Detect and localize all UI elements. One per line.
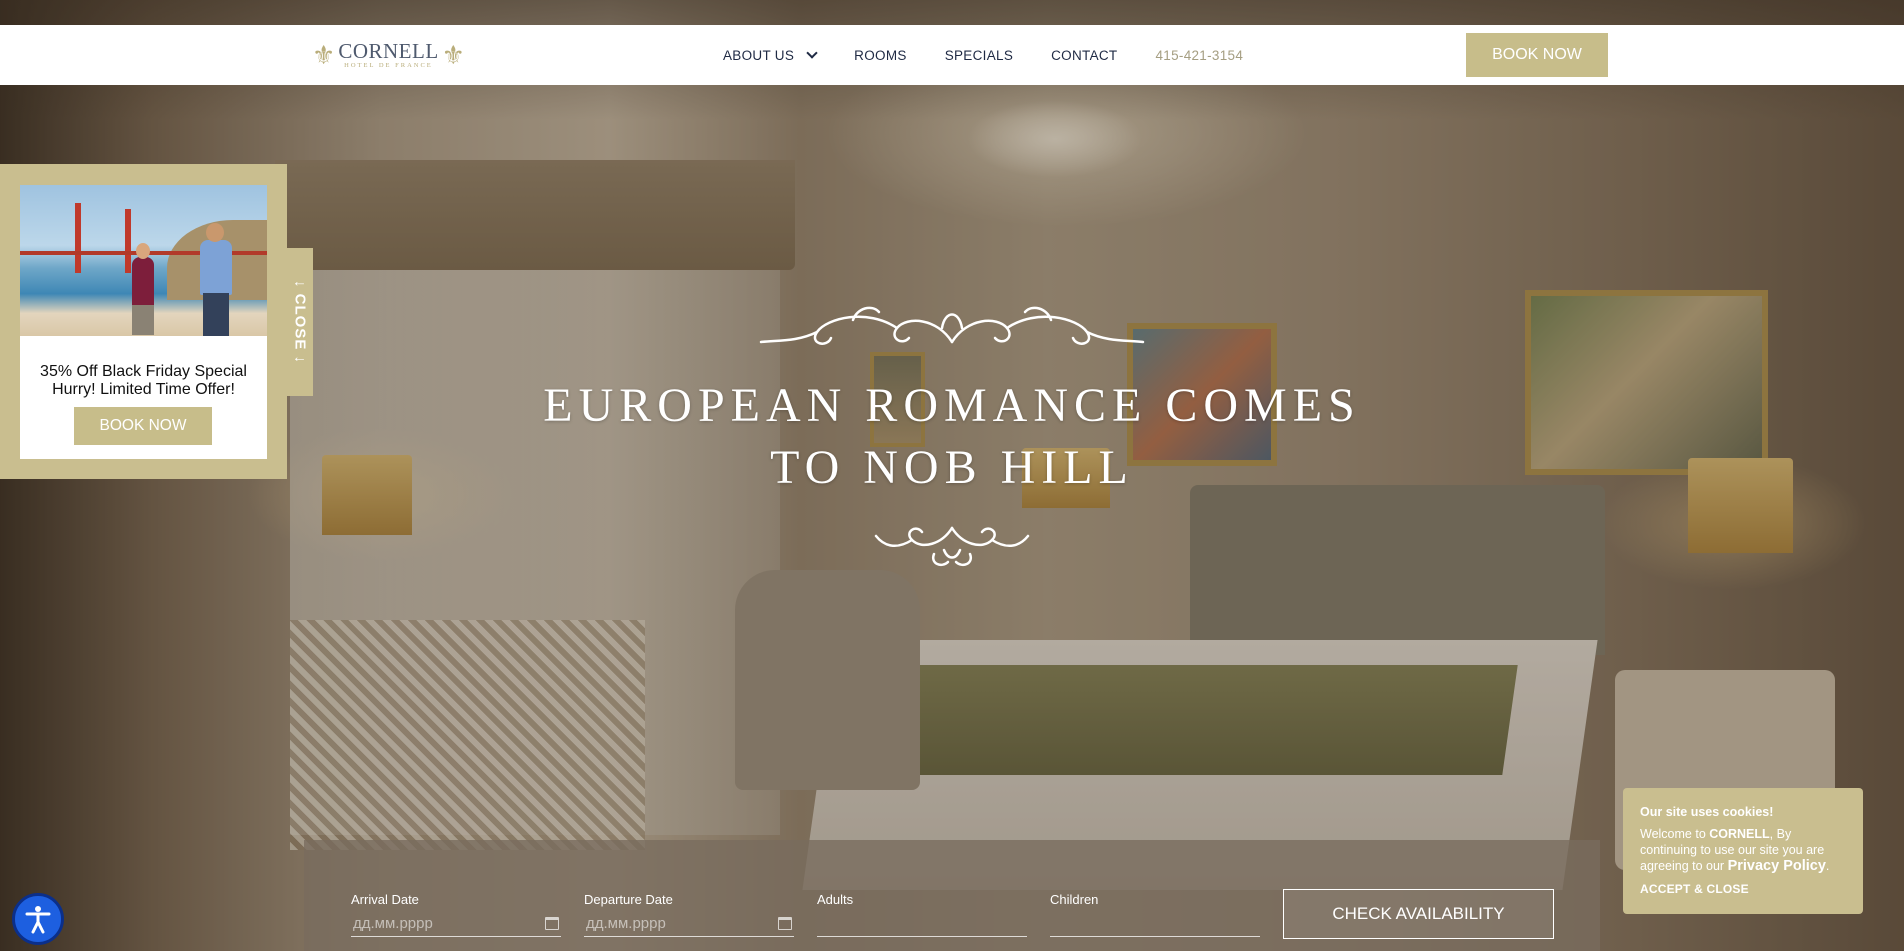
adults-input[interactable] (817, 911, 1027, 937)
nav-contact[interactable]: CONTACT (1051, 48, 1117, 63)
cookie-body-prefix: Welcome to (1640, 827, 1710, 841)
arrival-date-input[interactable]: дд.мм.рррр (351, 911, 561, 937)
cookie-body: Welcome to CORNELL, By continuing to use… (1640, 826, 1846, 874)
hero-title-line-1: EUROPEAN ROMANCE COMES (543, 379, 1361, 432)
promo-image-person (203, 293, 229, 336)
cookie-notice: Our site uses cookies! Welcome to CORNEL… (1623, 788, 1863, 914)
cookie-title: Our site uses cookies! (1640, 805, 1774, 819)
cookie-accept-button[interactable]: ACCEPT & CLOSE (1640, 881, 1749, 897)
site-header: ⚜ CORNELL HOTEL DE FRANCE ⚜ ABOUT US ROO… (0, 25, 1904, 85)
ornament-scroll-icon (759, 306, 1145, 345)
nav-rooms[interactable]: ROOMS (854, 48, 907, 63)
hotel-logo[interactable]: ⚜ CORNELL HOTEL DE FRANCE ⚜ (312, 35, 476, 75)
departure-date-input[interactable]: дд.мм.рррр (584, 911, 794, 937)
adults-field: Adults (817, 892, 1027, 937)
hero-title: EUROPEAN ROMANCE COMES TO NOB HILL (400, 375, 1504, 499)
children-label: Children (1050, 892, 1099, 907)
calendar-icon[interactable] (778, 917, 792, 930)
promo-card: 35% Off Black Friday Special Hurry! Limi… (20, 185, 267, 459)
nav-about-us[interactable]: ABOUT US (723, 46, 818, 63)
promo-image-person (206, 223, 224, 242)
logo-name: CORNELL (338, 39, 439, 63)
check-availability-button[interactable]: CHECK AVAILABILITY (1283, 889, 1554, 939)
promo-image-bridge-tower (75, 203, 81, 273)
chevron-down-icon[interactable] (806, 46, 818, 59)
accessibility-icon[interactable] (12, 893, 64, 945)
hero-title-line-2: TO NOB HILL (770, 441, 1134, 494)
fleur-de-lis-icon: ⚜ (441, 40, 465, 70)
promo-image-bridge-tower (125, 209, 131, 273)
children-field: Children (1050, 892, 1260, 937)
departure-date-placeholder: дд.мм.рррр (586, 915, 666, 932)
accessibility-figure-icon (25, 906, 51, 934)
arrival-date-placeholder: дд.мм.рррр (353, 915, 433, 932)
departure-date-label: Departure Date (584, 892, 673, 907)
promo-title: 35% Off Black Friday Special (40, 363, 247, 380)
phone-link[interactable]: 415-421-3154 (1155, 48, 1243, 63)
booking-bar: Arrival Date дд.мм.рррр Departure Date д… (304, 840, 1600, 951)
promo-subtitle: Hurry! Limited Time Offer! (52, 381, 235, 398)
fleur-de-lis-icon: ⚜ (312, 40, 336, 70)
nav-specials[interactable]: SPECIALS (945, 48, 1013, 63)
logo-subtitle: HOTEL DE FRANCE (344, 62, 433, 69)
promo-image-person (200, 240, 232, 295)
promo-close-label: ↓ CLOSE ↓ (291, 279, 309, 364)
promo-image-person (132, 305, 154, 335)
promo-book-now-button[interactable]: BOOK NOW (74, 407, 212, 445)
children-input[interactable] (1050, 911, 1260, 937)
promo-image-person (132, 257, 154, 312)
main-nav: ABOUT US ROOMS SPECIALS CONTACT 415-421-… (723, 25, 1243, 85)
cookie-brand: CORNELL (1709, 827, 1770, 841)
logo-text: CORNELL HOTEL DE FRANCE (338, 39, 439, 70)
nav-about-us-label: ABOUT US (723, 47, 795, 63)
departure-date-field: Departure Date дд.мм.рррр (584, 892, 794, 937)
cookie-period: . (1825, 859, 1830, 873)
arrival-date-label: Arrival Date (351, 892, 419, 907)
book-now-button[interactable]: BOOK NOW (1466, 33, 1608, 77)
promo-close-tab[interactable]: ↓ CLOSE ↓ (287, 248, 313, 396)
ornament-scroll-icon (874, 526, 1030, 566)
calendar-icon[interactable] (545, 917, 559, 930)
promo-image-person (136, 243, 150, 259)
adults-label: Adults (817, 892, 854, 907)
promo-image (20, 185, 267, 336)
privacy-policy-link[interactable]: Privacy Policy (1728, 858, 1826, 874)
promo-panel: 35% Off Black Friday Special Hurry! Limi… (0, 164, 287, 479)
arrival-date-field: Arrival Date дд.мм.рррр (351, 892, 561, 937)
